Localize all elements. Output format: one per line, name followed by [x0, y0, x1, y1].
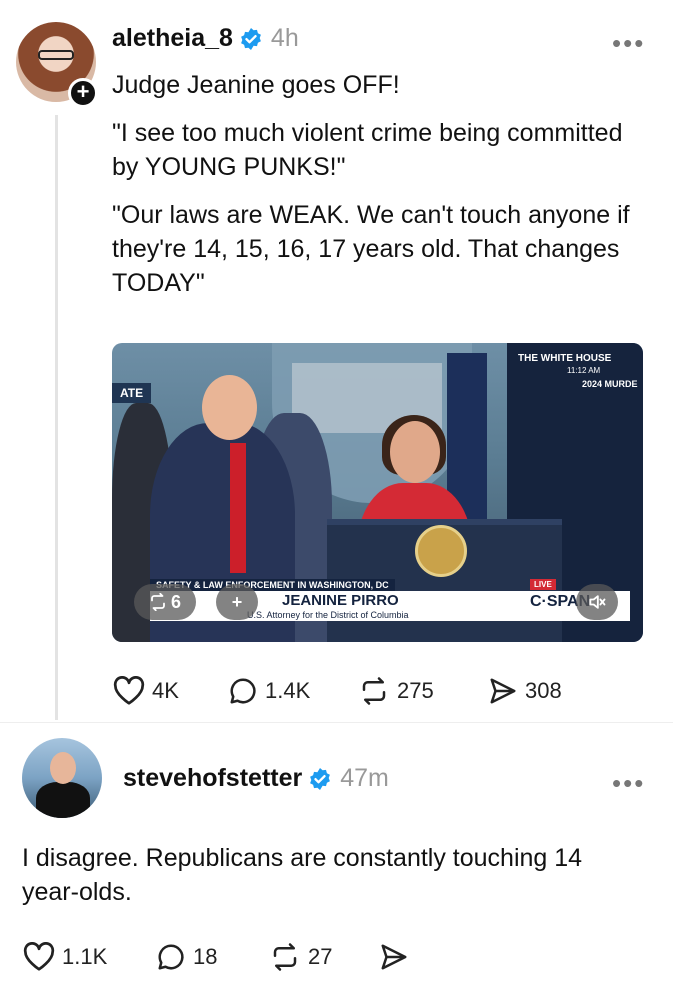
share-button[interactable]: 308	[487, 676, 562, 706]
post-header: stevehofstetter 47m	[123, 764, 389, 793]
repost-button[interactable]: 27	[268, 942, 378, 972]
speaker-head	[390, 421, 440, 483]
send-icon	[381, 944, 407, 970]
reply-button[interactable]: 18	[155, 942, 268, 972]
reply-count: 18	[193, 944, 218, 969]
username[interactable]: stevehofstetter	[123, 764, 302, 793]
post-time: 4h	[270, 24, 299, 52]
thread-line	[55, 115, 58, 720]
post-body: I disagree. Republicans are constantly t…	[22, 844, 583, 906]
like-count: 1.1K	[62, 944, 108, 969]
video-repost-count: 6	[170, 591, 181, 612]
verified-badge-icon	[310, 767, 331, 790]
mute-button[interactable]	[576, 584, 618, 620]
post-paragraph: "Our laws are WEAK. We can't touch anyon…	[112, 201, 630, 297]
lower-third-title: U.S. Attorney for the District of Columb…	[247, 610, 409, 620]
post-body: Judge Jeanine goes OFF! "I see too much …	[112, 68, 652, 314]
more-options-icon[interactable]: •••	[612, 28, 645, 59]
glasses-shape	[38, 50, 74, 60]
like-count: 4K	[152, 678, 179, 703]
reply-count: 1.4K	[265, 678, 311, 703]
banner-right: 2024 MURDE	[582, 379, 638, 389]
send-icon	[490, 678, 516, 704]
follow-plus-icon[interactable]: +	[68, 78, 98, 108]
clock-label: 11:12 AM	[567, 366, 601, 375]
post-actions: 4K 1.4K 275 308	[112, 676, 562, 706]
heart-icon	[23, 942, 55, 971]
red-tie	[230, 443, 246, 573]
post-paragraph: Judge Jeanine goes OFF!	[112, 71, 400, 99]
avatar-body	[36, 782, 90, 818]
share-button[interactable]	[378, 942, 416, 972]
presidential-seal-icon	[415, 525, 467, 577]
video-add-button[interactable]: +	[216, 584, 258, 620]
lower-third-name: JEANINE PIRRO	[282, 592, 399, 609]
speaker-muted-icon	[589, 595, 606, 609]
like-button[interactable]: 4K	[112, 676, 227, 706]
repost-button[interactable]: 275	[357, 676, 487, 706]
repost-count: 27	[308, 944, 333, 969]
post-time: 47m	[340, 764, 389, 792]
like-button[interactable]: 1.1K	[22, 942, 155, 972]
banner-left: ATE	[112, 383, 152, 403]
repost-icon	[362, 677, 386, 705]
video-repost-button[interactable]: 6	[134, 584, 196, 620]
network-label: THE WHITE HOUSE	[512, 351, 618, 366]
repost-count: 275	[397, 678, 434, 703]
comment-icon	[230, 678, 256, 704]
post-paragraph: "I see too much violent crime being comm…	[112, 119, 623, 181]
avatar-head	[50, 752, 76, 784]
person-head	[202, 375, 257, 440]
divider	[0, 722, 673, 723]
more-options-icon[interactable]: •••	[612, 768, 645, 799]
heart-icon	[113, 676, 145, 705]
share-count: 308	[525, 678, 562, 703]
repost-icon	[273, 943, 297, 971]
live-badge: LIVE	[530, 579, 556, 590]
repost-icon	[151, 593, 165, 611]
verified-badge-icon	[241, 27, 261, 50]
comment-icon	[158, 944, 184, 970]
video-player[interactable]: THE WHITE HOUSE 11:12 AM 2024 MURDE ATE …	[112, 343, 643, 642]
post-header: aletheia_8 4h	[112, 24, 299, 53]
reply-button[interactable]: 1.4K	[227, 676, 357, 706]
post-actions: 1.1K 18 27	[22, 942, 416, 972]
avatar[interactable]	[22, 738, 102, 818]
username[interactable]: aletheia_8	[112, 24, 233, 53]
